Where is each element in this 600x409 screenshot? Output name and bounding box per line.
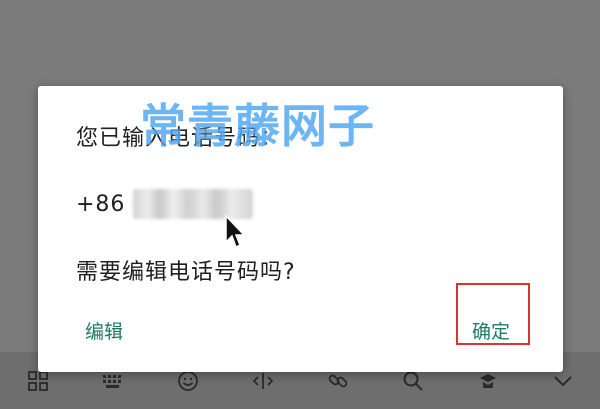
phone-prefix: +86 [76,191,126,217]
dialog-question: 需要编辑电话号码吗? [76,260,296,285]
edit-button[interactable]: 编辑 [85,317,123,344]
watermark-text: 常青藤网子 [140,99,375,153]
ok-button-highlight [456,283,530,345]
mouse-pointer-icon [225,214,246,249]
